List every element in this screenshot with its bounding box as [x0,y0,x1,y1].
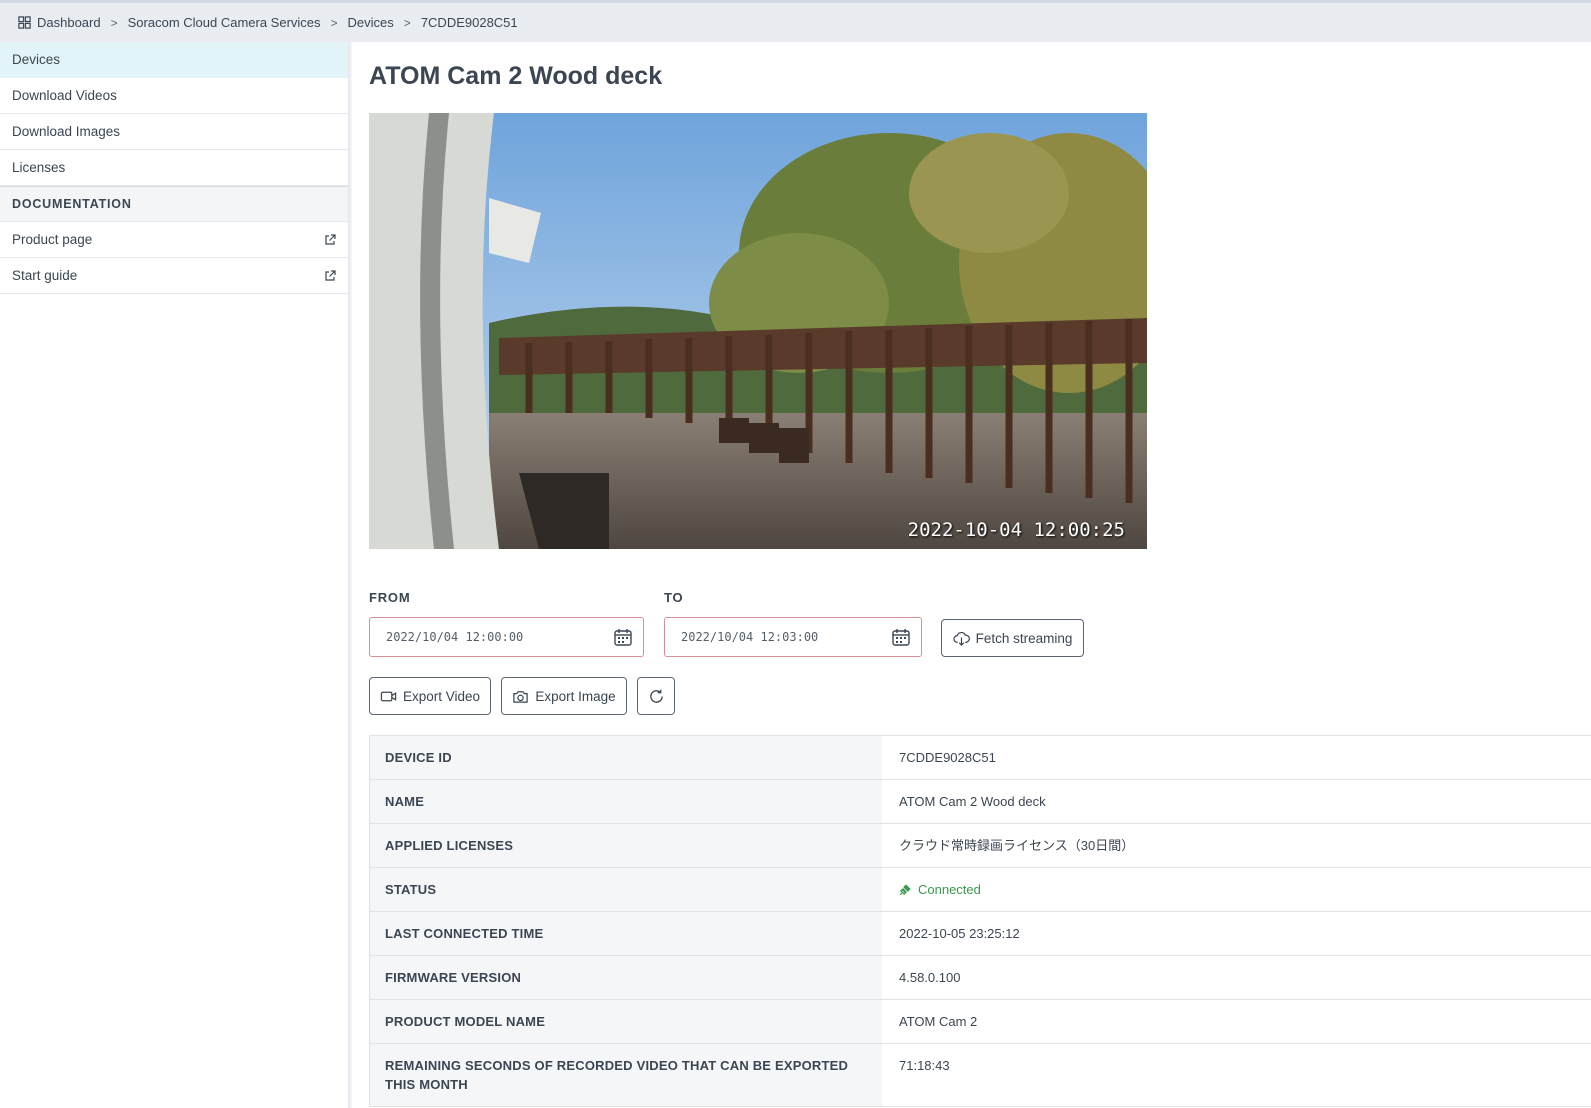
table-row: LAST CONNECTED TIME 2022-10-05 23:25:12 [370,912,1591,956]
row-key: DEVICE ID [370,736,882,779]
refresh-button[interactable] [637,677,675,715]
calendar-icon[interactable] [891,627,911,647]
sidebar-link-product-page[interactable]: Product page [0,222,348,258]
row-key: PRODUCT MODEL NAME [370,1000,882,1043]
row-value: 71:18:43 [882,1044,1591,1106]
from-datetime-input[interactable]: 2022/10/04 12:00:00 [369,617,644,657]
export-video-button[interactable]: Export Video [369,677,491,715]
cloud-download-icon [953,631,970,646]
sidebar-item-download-images[interactable]: Download Images [0,114,348,150]
sidebar-item-licenses[interactable]: Licenses [0,150,348,186]
row-value: クラウド常時録画ライセンス（30日間） [882,824,1591,867]
chevron-right-icon: > [330,15,338,30]
camera-snapshot: 2022-10-04 12:00:25 [369,113,1147,549]
external-link-icon [325,269,336,281]
table-row: NAME ATOM Cam 2 Wood deck [370,780,1591,824]
video-camera-icon [380,691,397,701]
row-key: STATUS [370,868,882,911]
table-row: FIRMWARE VERSION 4.58.0.100 [370,956,1591,1000]
row-key: NAME [370,780,882,823]
breadcrumb: Dashboard > Soracom Cloud Camera Service… [0,0,1591,42]
sidebar-link-start-guide[interactable]: Start guide [0,258,348,294]
to-label: TO [664,590,684,605]
from-label: FROM [369,590,411,605]
sidebar-item-download-videos[interactable]: Download Videos [0,78,348,114]
fetch-streaming-button[interactable]: Fetch streaming [941,619,1084,657]
breadcrumb-current-device: 7CDDE9028C51 [420,15,518,30]
camera-scene [369,113,1147,549]
row-value: ATOM Cam 2 [882,1000,1591,1043]
row-key: FIRMWARE VERSION [370,956,882,999]
row-value: 7CDDE9028C51 [882,736,1591,779]
row-key: APPLIED LICENSES [370,824,882,867]
row-key: LAST CONNECTED TIME [370,912,882,955]
dashboard-icon [18,16,31,29]
table-row: REMAINING SECONDS OF RECORDED VIDEO THAT… [370,1044,1591,1107]
row-value: 2022-10-05 23:25:12 [882,912,1591,955]
sidebar-item-devices[interactable]: Devices [0,42,348,78]
status-badge: Connected [899,880,1574,899]
refresh-icon [649,689,663,703]
device-details-table: DEVICE ID 7CDDE9028C51 NAME ATOM Cam 2 W… [369,735,1591,1107]
to-datetime-input[interactable]: 2022/10/04 12:03:00 [664,617,922,657]
table-row: DEVICE ID 7CDDE9028C51 [370,736,1591,780]
breadcrumb-devices[interactable]: Devices [348,15,394,30]
page-title: ATOM Cam 2 Wood deck [369,62,663,90]
row-key: REMAINING SECONDS OF RECORDED VIDEO THAT… [370,1044,882,1106]
chevron-right-icon: > [403,15,411,30]
breadcrumb-dashboard[interactable]: Dashboard [18,15,101,30]
external-link-icon [325,233,336,245]
sidebar-section-documentation: DOCUMENTATION [0,186,348,222]
row-value: 4.58.0.100 [882,956,1591,999]
row-value: Connected [882,868,1591,911]
sidebar-divider [348,42,352,1108]
table-row: STATUS Connected [370,868,1591,912]
chevron-right-icon: > [110,15,118,30]
calendar-icon[interactable] [613,627,633,647]
export-image-button[interactable]: Export Image [501,677,627,715]
sidebar: Devices Download Videos Download Images … [0,42,348,294]
camera-icon [513,690,529,703]
plug-connected-icon [899,884,911,896]
breadcrumb-service[interactable]: Soracom Cloud Camera Services [128,15,321,30]
row-value: ATOM Cam 2 Wood deck [882,780,1591,823]
table-row: PRODUCT MODEL NAME ATOM Cam 2 [370,1000,1591,1044]
camera-timestamp: 2022-10-04 12:00:25 [907,519,1125,541]
table-row: APPLIED LICENSES クラウド常時録画ライセンス（30日間） [370,824,1591,868]
